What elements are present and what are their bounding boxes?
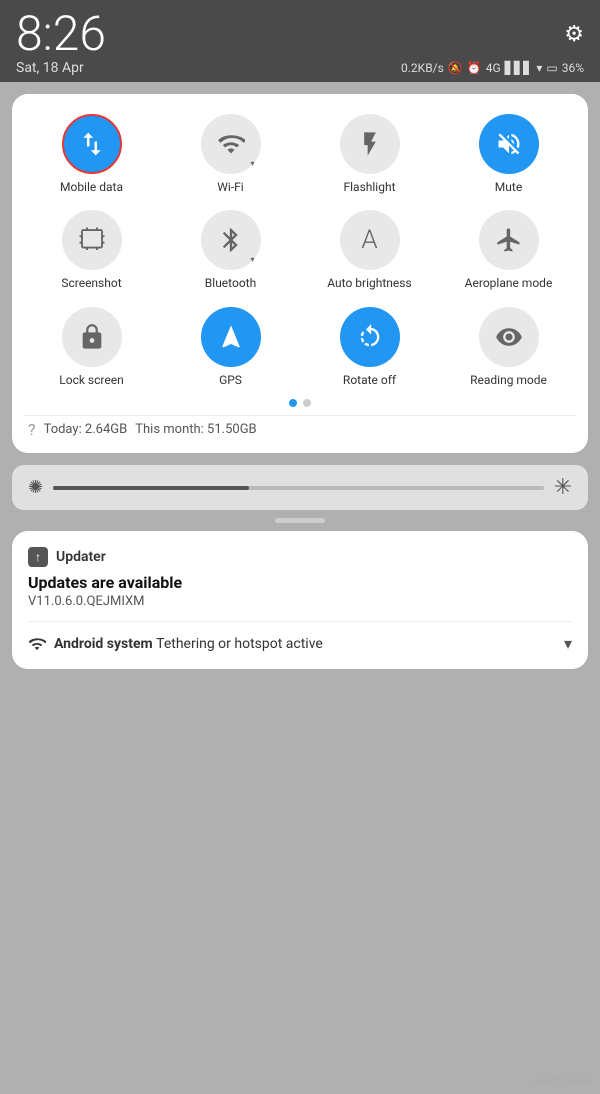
signal-icon: ▋▋▋	[505, 61, 533, 75]
quick-settings-panel: Mobile data ▾ Wi-Fi Flashlight	[12, 94, 588, 453]
dot-1	[289, 399, 297, 407]
auto-brightness-label: Auto brightness	[327, 276, 411, 290]
silent-icon: 🔕	[448, 61, 463, 75]
gps-circle	[201, 307, 261, 367]
wifi-notif-icon	[28, 635, 46, 653]
month-usage: This month: 51.50GB	[135, 422, 256, 437]
notification-title: Updates are available	[28, 573, 572, 592]
data-usage-row: ? Today: 2.64GB This month: 51.50GB	[24, 415, 576, 441]
tile-grid-row1: Mobile data ▾ Wi-Fi Flashlight	[24, 110, 576, 391]
tethering-text: Tethering or hotspot active	[156, 636, 323, 652]
brightness-low-icon: ✺	[28, 477, 43, 498]
tile-flashlight[interactable]: Flashlight	[302, 110, 437, 198]
wifi-circle: ▾	[201, 114, 261, 174]
sim-icon: 4G	[486, 61, 501, 75]
notification-card[interactable]: ↑ Updater Updates are available V11.0.6.…	[12, 531, 588, 669]
notification-header: ↑ Updater	[28, 547, 572, 567]
screenshot-circle	[62, 210, 122, 270]
expand-chevron-icon[interactable]: ▾	[564, 634, 572, 653]
aeroplane-label: Aeroplane mode	[465, 276, 553, 290]
status-bar: 8:26 ⚙ Sat, 18 Apr 0.2KB/s 🔕 ⏰ 4G ▋▋▋ ▾ …	[0, 0, 600, 82]
tile-aeroplane[interactable]: Aeroplane mode	[441, 206, 576, 294]
notification-second-row: Android system Tethering or hotspot acti…	[28, 634, 572, 653]
screenshot-label: Screenshot	[61, 276, 121, 290]
tile-rotate[interactable]: Rotate off	[302, 303, 437, 391]
notification-body: V11.0.6.0.QEJMIXM	[28, 594, 572, 609]
bluetooth-circle: ▾	[201, 210, 261, 270]
wifi-label: Wi-Fi	[217, 180, 243, 194]
wifi-status-icon: ▾	[536, 61, 542, 75]
updater-app-icon: ↑	[28, 547, 48, 567]
flashlight-circle	[340, 114, 400, 174]
speed-indicator: 0.2KB/s	[401, 61, 444, 75]
dot-2	[303, 399, 311, 407]
mute-label: Mute	[495, 180, 522, 194]
tile-wifi[interactable]: ▾ Wi-Fi	[163, 110, 298, 198]
rotate-label: Rotate off	[343, 373, 396, 387]
lock-screen-circle	[62, 307, 122, 367]
alarm-icon: ⏰	[467, 61, 482, 75]
today-usage: Today: 2.64GB	[44, 422, 128, 437]
aeroplane-circle	[479, 210, 539, 270]
lock-screen-label: Lock screen	[59, 373, 123, 387]
date-display: Sat, 18 Apr	[16, 60, 84, 76]
tile-auto-brightness[interactable]: A Auto brightness	[302, 206, 437, 294]
tile-lock-screen[interactable]: Lock screen	[24, 303, 159, 391]
battery-icon: ▭	[546, 61, 557, 75]
tile-mobile-data[interactable]: Mobile data	[24, 110, 159, 198]
data-usage-icon: ?	[28, 420, 36, 439]
settings-icon[interactable]: ⚙	[564, 22, 584, 47]
flashlight-label: Flashlight	[344, 180, 396, 194]
tile-mute[interactable]: Mute	[441, 110, 576, 198]
tile-bluetooth[interactable]: ▾ Bluetooth	[163, 206, 298, 294]
time-display: 8:26	[16, 10, 106, 58]
reading-mode-label: Reading mode	[470, 373, 547, 387]
rotate-circle	[340, 307, 400, 367]
tile-gps[interactable]: GPS	[163, 303, 298, 391]
status-icons: 0.2KB/s 🔕 ⏰ 4G ▋▋▋ ▾ ▭ 36%	[401, 61, 584, 75]
mobile-data-label: Mobile data	[60, 180, 123, 194]
scroll-handle	[275, 518, 325, 523]
android-system-label: Android system Tethering or hotspot acti…	[54, 636, 323, 652]
brightness-high-icon: ✳	[554, 475, 572, 500]
mute-circle	[479, 114, 539, 174]
watermark: wsxdn.com	[534, 1075, 590, 1088]
brightness-slider-container[interactable]: ✺ ✳	[12, 465, 588, 510]
updater-app-name: Updater	[56, 549, 106, 565]
reading-mode-circle	[479, 307, 539, 367]
mobile-data-circle	[62, 114, 122, 174]
brightness-track[interactable]	[53, 486, 543, 490]
battery-level: 36%	[562, 61, 584, 75]
auto-brightness-circle: A	[340, 210, 400, 270]
bluetooth-label: Bluetooth	[205, 276, 256, 290]
gps-label: GPS	[219, 373, 242, 387]
tile-reading-mode[interactable]: Reading mode	[441, 303, 576, 391]
page-indicators	[24, 399, 576, 407]
tile-screenshot[interactable]: Screenshot	[24, 206, 159, 294]
notification-divider	[28, 621, 572, 622]
brightness-fill	[53, 486, 249, 490]
